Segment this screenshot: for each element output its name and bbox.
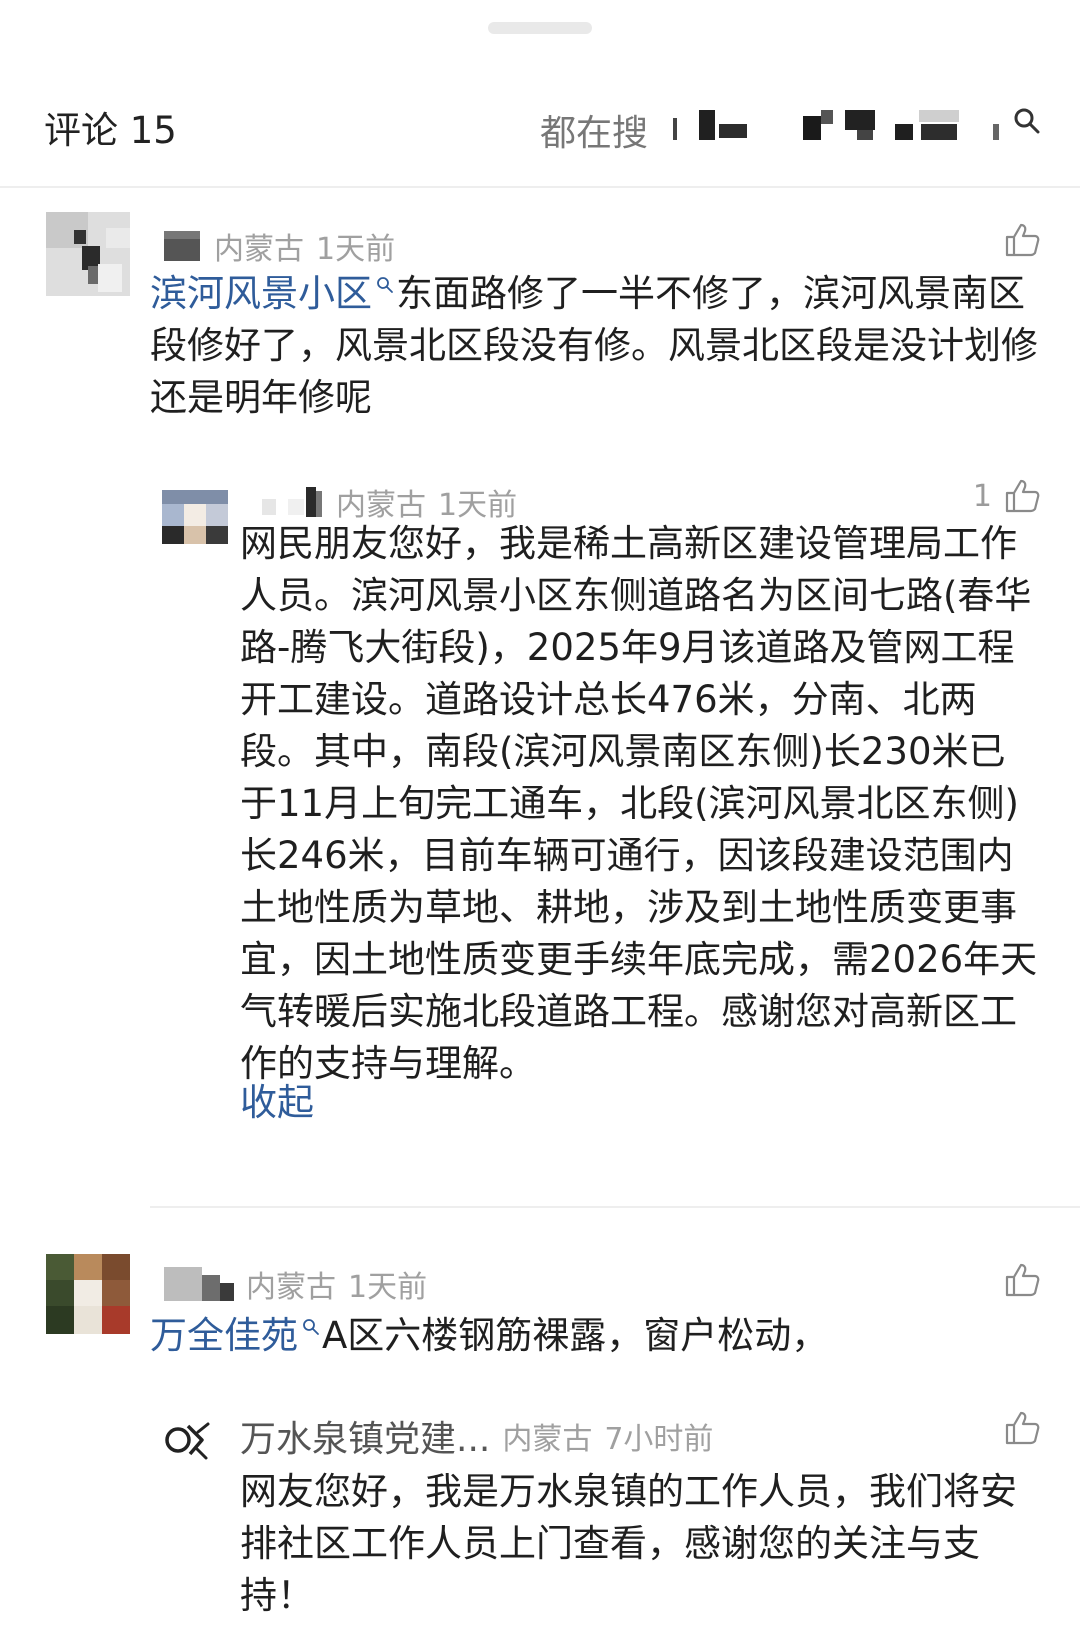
reply-body: 网友您好，我是万水泉镇的工作人员，我们将安排社区工作人员上门查看，感谢您的关注与… — [240, 1470, 1017, 1617]
comment-body: 万全佳苑 A区六楼钢筋裸露，窗户松动， — [150, 1310, 1050, 1362]
comment-text: A区六楼钢筋裸露，窗户松动， — [322, 1314, 829, 1357]
comments-header: 评论 15 都在搜 — [0, 88, 1080, 164]
like-button[interactable] — [1004, 1262, 1040, 1298]
blurred-username — [164, 1267, 234, 1301]
like-icon — [1005, 479, 1040, 513]
reply-location: 内蒙古 — [502, 1422, 593, 1457]
comment-location: 内蒙古 — [214, 232, 304, 267]
drag-handle[interactable] — [488, 22, 592, 34]
like-icon — [1005, 1263, 1040, 1297]
reply-author[interactable]: 万水泉镇党建... — [240, 1410, 490, 1462]
reply-body: 网民朋友您好，我是稀土高新区建设管理局工作人员。滨河风景小区东侧道路名为区间七路… — [240, 522, 1038, 1085]
like-icon — [1005, 223, 1040, 257]
comment-meta: 内蒙古 1天前 — [164, 224, 395, 268]
hot-search-label: 都在搜 — [540, 113, 649, 154]
comment-meta: 内蒙古 1天前 — [164, 1262, 427, 1306]
search-icon[interactable] — [1012, 106, 1040, 134]
collapse-link[interactable]: 收起 — [240, 1072, 314, 1126]
avatar-logo-icon — [158, 1412, 214, 1468]
like-button[interactable] — [1004, 1410, 1040, 1446]
avatar[interactable] — [158, 1412, 214, 1468]
blurred-username — [262, 487, 322, 517]
like-icon — [1005, 1411, 1040, 1445]
comment-time: 1天前 — [348, 1270, 428, 1305]
hot-search-bar[interactable]: 都在搜 — [540, 98, 1040, 154]
avatar[interactable] — [46, 212, 130, 296]
header-divider — [0, 186, 1080, 188]
reply-time: 7小时前 — [604, 1422, 714, 1457]
like-button[interactable] — [1004, 222, 1040, 258]
search-icon — [303, 1319, 319, 1335]
reply-meta: 万水泉镇党建... 内蒙古 7小时前 — [240, 1410, 713, 1462]
comment-body: 滨河风景小区 东面路修了一半不修了，滨河风景南区段修好了，风景北区段没有修。风景… — [150, 268, 1050, 424]
search-icon — [377, 277, 393, 293]
blurred-search-query — [673, 110, 999, 140]
avatar[interactable] — [162, 490, 228, 544]
location-link[interactable]: 万全佳苑 — [150, 1314, 298, 1357]
blurred-username — [164, 231, 200, 261]
like-count: 1 — [972, 478, 992, 514]
avatar[interactable] — [46, 1254, 130, 1334]
comment-location: 内蒙古 — [246, 1270, 336, 1305]
thread-divider — [150, 1206, 1080, 1208]
comments-title: 评论 15 — [44, 109, 177, 152]
location-link[interactable]: 滨河风景小区 — [150, 272, 372, 315]
comment-time: 1天前 — [316, 232, 396, 267]
like-button[interactable]: 1 — [973, 478, 1040, 514]
